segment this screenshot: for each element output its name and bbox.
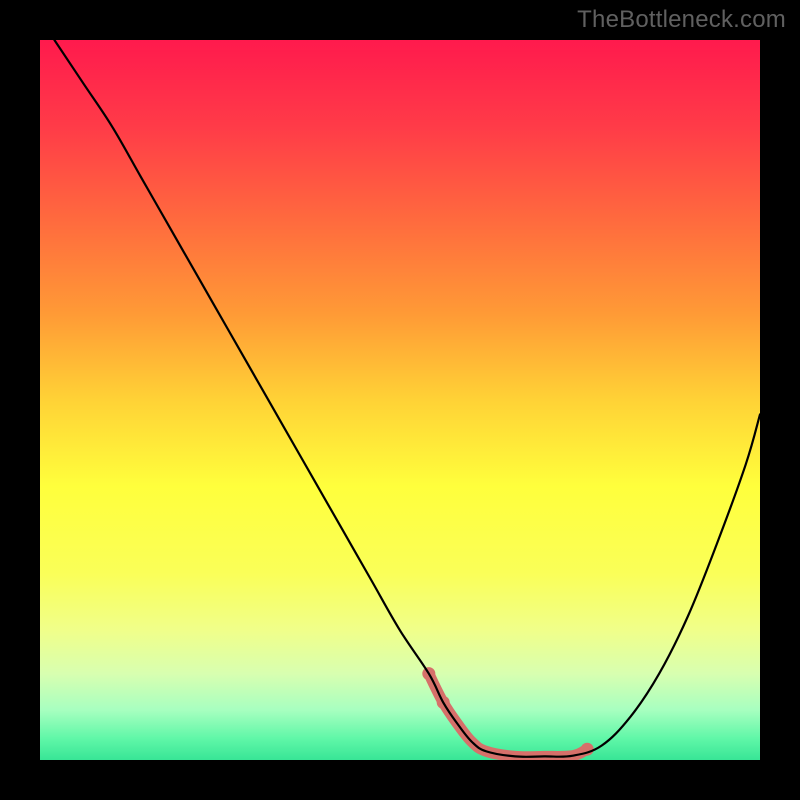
chart-frame: TheBottleneck.com — [0, 0, 800, 800]
watermark-text: TheBottleneck.com — [577, 6, 786, 34]
plot-area — [40, 40, 760, 760]
bottleneck-curve — [54, 40, 760, 757]
curve-layer — [40, 40, 760, 760]
